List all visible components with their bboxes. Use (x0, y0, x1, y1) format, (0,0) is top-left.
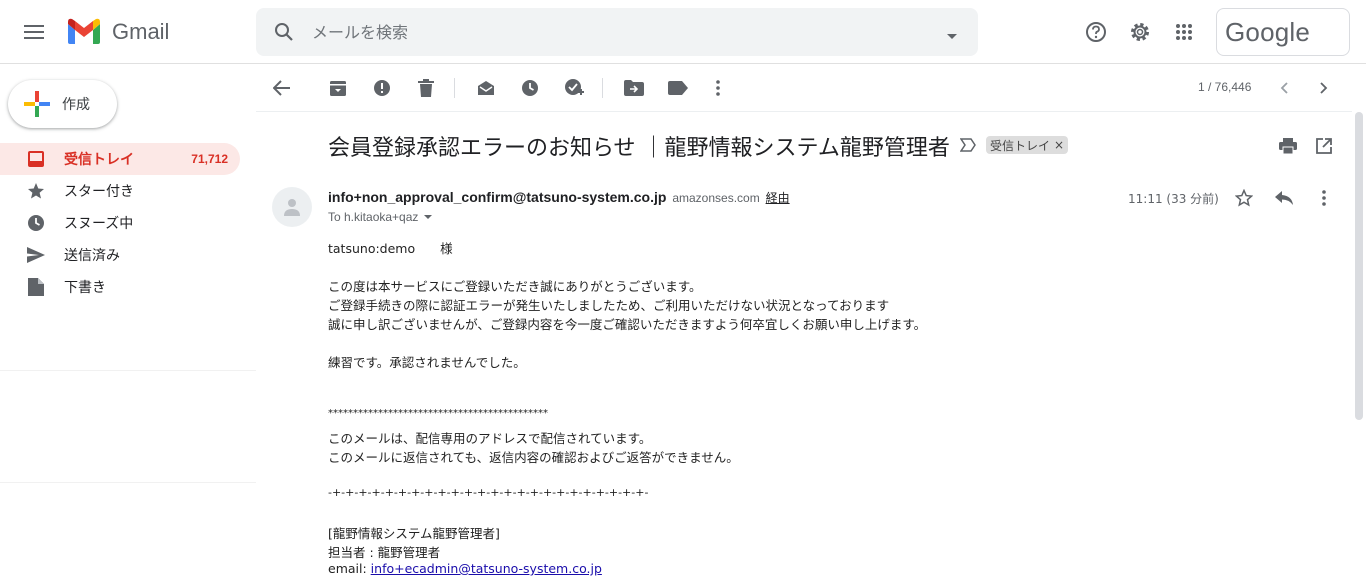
compose-button[interactable]: 作成 (8, 80, 117, 128)
hamburger-icon (24, 25, 44, 39)
older-chevron-left-icon[interactable] (1272, 76, 1296, 100)
sidebar-divider (0, 482, 256, 483)
search-bar[interactable] (256, 8, 978, 56)
body-line: 練習です。承認されませんでした。 (328, 355, 526, 370)
sidebar-item-inbox[interactable]: 受信トレイ 71,712 (0, 143, 240, 175)
scrollbar-thumb[interactable] (1355, 112, 1363, 420)
settings-gear-icon[interactable] (1124, 16, 1156, 48)
move-to-icon[interactable] (622, 76, 646, 100)
label-tag-icon[interactable] (666, 76, 690, 100)
snooze-clock-icon[interactable] (518, 76, 542, 100)
google-account-button[interactable]: Google (1216, 8, 1350, 56)
recipient-details-caret-icon[interactable] (424, 214, 433, 220)
more-options-icon[interactable] (1312, 186, 1336, 210)
app-header: Gmail Google (0, 0, 1366, 64)
toolbar-divider (602, 78, 603, 98)
sender-line: info+non_approval_confirm@tatsuno-system… (328, 189, 790, 206)
email-subject: 会員登録承認エラーのお知らせ ｜龍野情報システム龍野管理者 (328, 136, 950, 161)
search-icon[interactable] (272, 20, 296, 49)
body-line: このメールに返信されても、返信内容の確認およびご返答ができません。 (328, 450, 739, 465)
more-vertical-icon[interactable] (706, 76, 730, 100)
remove-label-icon[interactable]: × (1054, 138, 1064, 152)
reply-icon[interactable] (1272, 186, 1296, 210)
body-line: このメールは、配信専用のアドレスで配信されています。 (328, 431, 652, 446)
open-new-window-icon[interactable] (1312, 134, 1336, 158)
help-icon[interactable] (1080, 16, 1112, 48)
email-label: email: (328, 561, 371, 576)
newer-chevron-right-icon[interactable] (1312, 76, 1336, 100)
importance-marker-icon[interactable] (959, 138, 976, 157)
gmail-m-icon (68, 18, 100, 44)
draft-icon (26, 278, 46, 296)
compose-label: 作成 (62, 97, 90, 113)
clock-icon (26, 214, 46, 232)
app-name: Gmail (112, 18, 170, 44)
body-line: ****************************************… (328, 408, 548, 419)
main-menu-button[interactable] (18, 16, 50, 48)
star-message-icon[interactable] (1232, 186, 1256, 210)
scrollbar[interactable] (1352, 64, 1366, 580)
unread-count: 71,712 (191, 152, 228, 166)
sidebar-item-label: スヌーズ中 (64, 216, 134, 232)
sidebar-item-label: 送信済み (64, 248, 120, 264)
body-line: 誠に申し訳ございませんが、ご登録内容を今一度ご確認いただきますよう何卒宜しくお願… (328, 317, 927, 332)
google-brand: Google (1225, 16, 1311, 47)
apps-grid-icon[interactable] (1168, 16, 1200, 48)
delete-trash-icon[interactable] (414, 76, 438, 100)
archive-icon[interactable] (326, 76, 350, 100)
body-line: [龍野情報システム龍野管理者] (328, 526, 500, 541)
received-time: 11:11 (33 分前) (1128, 192, 1219, 206)
person-icon (284, 199, 300, 216)
sidebar-item-sent[interactable]: 送信済み (0, 239, 240, 271)
mark-unread-icon[interactable] (474, 76, 498, 100)
sidebar-nav: 受信トレイ 71,712 スター付き スヌーズ中 送信済み 下書き (0, 143, 256, 303)
send-icon (26, 246, 46, 264)
plus-icon (24, 91, 50, 117)
body-line: 担当者 : 龍野管理者 (328, 545, 441, 560)
body-line: email: info+ecadmin@tatsuno-system.co.jp (328, 561, 602, 576)
body-line: ご登録手続きの際に認証エラーが発生いたしましたため、ご利用いただけない状況となっ… (328, 298, 890, 313)
add-task-icon[interactable] (562, 76, 586, 100)
body-line: この度は本サービスにご登録いただき誠にありがとうございます。 (328, 279, 702, 294)
pagination-count: 1 / 76,446 (1198, 80, 1252, 94)
body-line: -+-+-+-+-+-+-+-+-+-+-+-+-+-+-+-+-+-+-+-+… (328, 486, 649, 499)
report-spam-icon[interactable] (370, 76, 394, 100)
sidebar-item-drafts[interactable]: 下書き (0, 271, 240, 303)
sidebar-item-label: 受信トレイ (64, 152, 134, 168)
contact-email-link[interactable]: info+ecadmin@tatsuno-system.co.jp (371, 561, 602, 576)
star-icon (26, 182, 46, 200)
sender-avatar[interactable] (272, 187, 312, 227)
via-link[interactable]: 経由 (766, 191, 790, 205)
gmail-logo[interactable]: Gmail (66, 18, 169, 45)
sidebar-item-starred[interactable]: スター付き (0, 175, 240, 207)
label-chip-inbox[interactable]: 受信トレイ × (986, 136, 1069, 154)
label-chip-text: 受信トレイ (990, 138, 1051, 153)
recipient-line[interactable]: To h.kitaoka+qaz (328, 210, 433, 224)
toolbar-divider (454, 78, 455, 98)
message-toolbar: 1 / 76,446 (256, 64, 1352, 112)
sidebar-item-label: 下書き (64, 280, 106, 296)
via-domain: amazonses.com (672, 191, 760, 205)
back-arrow-icon[interactable] (270, 76, 294, 100)
sidebar-item-label: スター付き (64, 184, 134, 200)
body-line: tatsuno:demo 様 (328, 241, 453, 256)
sender-email[interactable]: info+non_approval_confirm@tatsuno-system… (328, 189, 666, 205)
recipient-text: To h.kitaoka+qaz (328, 210, 419, 224)
sidebar-divider (0, 370, 256, 371)
inbox-icon (26, 150, 46, 168)
sidebar-item-snoozed[interactable]: スヌーズ中 (0, 207, 240, 239)
search-input[interactable] (312, 18, 912, 46)
search-options-icon[interactable] (946, 28, 958, 46)
print-icon[interactable] (1276, 134, 1300, 158)
